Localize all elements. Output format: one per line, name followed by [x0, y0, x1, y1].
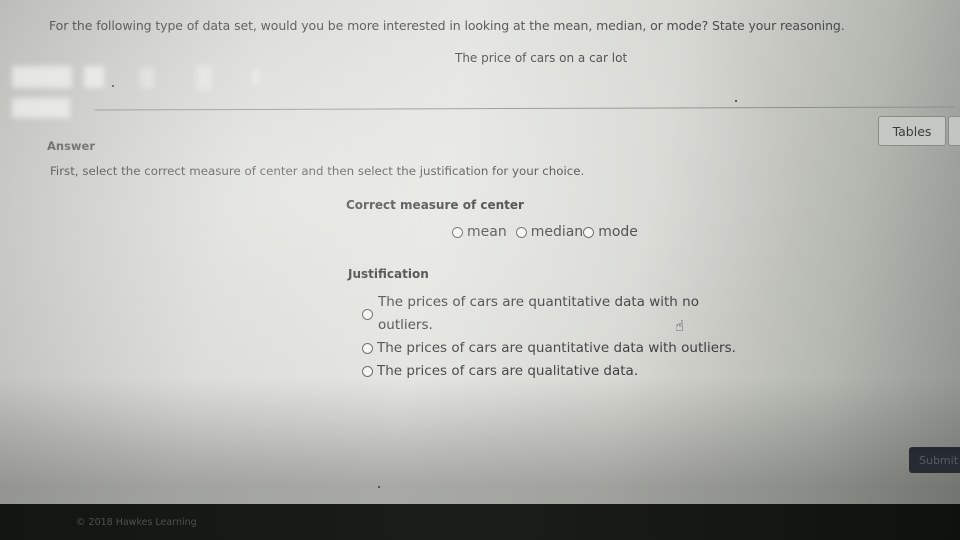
screen-speck [378, 486, 380, 488]
footer: © 2018 Hawkes Learning [0, 504, 960, 540]
justification-option-qualitative[interactable]: The prices of cars are qualitative data. [362, 360, 736, 383]
submit-button[interactable]: Submit [909, 447, 960, 473]
copyright-text: © 2018 Hawkes Learning [76, 517, 197, 528]
answer-instructions: First, select the correct measure of cen… [50, 164, 585, 178]
option-median[interactable]: median [515, 224, 584, 240]
hand-pointer-cursor-icon: ☝ [675, 317, 685, 335]
radio-qualitative[interactable] [362, 366, 373, 377]
dataset-description: The price of cars on a car lot [455, 51, 628, 65]
justification-option-label: The prices of cars are qualitative data. [377, 363, 639, 379]
radio-no-outliers[interactable] [362, 308, 373, 320]
measure-of-center-title: Correct measure of center [346, 198, 524, 212]
measure-of-center-options: mean median mode [452, 224, 647, 240]
radio-mode[interactable] [583, 226, 595, 238]
screen-speck [735, 100, 737, 102]
screen-glare [140, 68, 154, 88]
radio-mean[interactable] [452, 226, 463, 238]
screen-shading [0, 0, 960, 540]
option-mode-label: mode [598, 224, 638, 240]
justification-option-label: The prices of cars are quantitative data… [378, 294, 699, 333]
answer-heading: Answer [47, 139, 96, 153]
question-prompt: For the following type of data set, woul… [49, 18, 845, 33]
justification-option-label: The prices of cars are quantitative data… [377, 340, 736, 356]
toolbar-button-partial[interactable] [948, 116, 960, 146]
section-divider [95, 106, 955, 111]
justification-options: The prices of cars are quantitative data… [362, 291, 736, 383]
tables-button[interactable]: Tables [878, 116, 946, 146]
screen-glare [84, 66, 104, 88]
option-median-label: median [530, 224, 584, 240]
option-mean[interactable]: mean [452, 224, 507, 240]
radio-with-outliers[interactable] [362, 343, 373, 354]
option-mode[interactable]: mode [583, 224, 638, 240]
screen-glare [12, 66, 72, 88]
screen-glare [252, 70, 260, 84]
justification-title: Justification [348, 267, 429, 281]
screen-glare [12, 98, 70, 118]
radio-median[interactable] [515, 226, 527, 238]
justification-option-with-outliers[interactable]: The prices of cars are quantitative data… [362, 337, 736, 360]
option-mean-label: mean [467, 224, 507, 240]
screen-glare [196, 66, 212, 90]
screen-speck [112, 85, 114, 87]
